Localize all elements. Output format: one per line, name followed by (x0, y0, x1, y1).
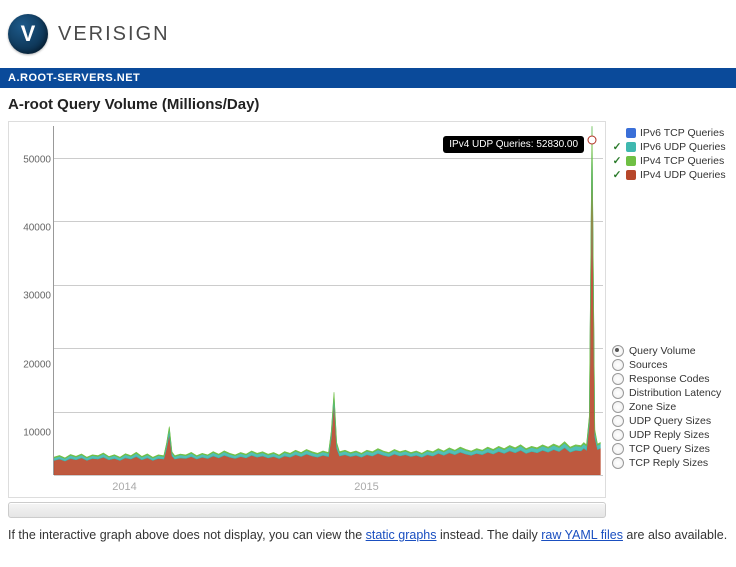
y-axis-tick: 10000 (13, 427, 51, 438)
metric-radio[interactable]: Zone Size (612, 401, 728, 413)
x-axis-tick: 2015 (354, 481, 378, 493)
raw-yaml-link[interactable]: raw YAML files (541, 528, 623, 542)
chart-area[interactable]: IPv4 UDP Queries: 52830.00 10000 20000 300… (8, 121, 606, 498)
metric-radio[interactable]: TCP Query Sizes (612, 443, 728, 455)
radio-label: Distribution Latency (629, 387, 721, 399)
metric-radio[interactable]: TCP Reply Sizes (612, 457, 728, 469)
radio-icon (612, 401, 624, 413)
x-axis-tick: 2014 (112, 481, 136, 493)
legend-label: IPv6 UDP Queries (640, 141, 726, 153)
legend-item[interactable]: ✓ IPv4 TCP Queries (612, 155, 728, 167)
radio-icon (612, 359, 624, 371)
radio-label: UDP Query Sizes (629, 415, 711, 427)
metric-radio[interactable]: Response Codes (612, 373, 728, 385)
radio-icon (612, 387, 624, 399)
legend-item[interactable]: ✓ IPv4 UDP Queries (612, 169, 728, 181)
metric-radio[interactable]: UDP Query Sizes (612, 415, 728, 427)
radio-icon (612, 457, 624, 469)
radio-label: TCP Query Sizes (629, 443, 710, 455)
y-axis-tick: 30000 (13, 291, 51, 302)
footer-note: If the interactive graph above does not … (8, 528, 728, 542)
legend-label: IPv6 TCP Queries (640, 127, 724, 139)
radio-icon (612, 429, 624, 441)
radio-label: UDP Reply Sizes (629, 429, 709, 441)
legend-check-icon: ✓ (612, 169, 622, 181)
breadcrumb[interactable]: A.ROOT-SERVERS.NET (0, 68, 736, 88)
y-axis-tick: 50000 (13, 155, 51, 166)
brand-name: VERISIGN (58, 23, 170, 46)
radio-icon (612, 345, 624, 357)
radio-icon (612, 415, 624, 427)
legend-label: IPv4 TCP Queries (640, 155, 724, 167)
verisign-logo-icon: V (8, 14, 48, 54)
chart-title: A-root Query Volume (Millions/Day) (8, 96, 728, 113)
legend-item[interactable]: ✓ IPv6 UDP Queries (612, 141, 728, 153)
static-graphs-link[interactable]: static graphs (366, 528, 437, 542)
radio-icon (612, 373, 624, 385)
radio-label: Sources (629, 359, 668, 371)
metric-radio-group: Query Volume Sources Response Codes Distrib… (612, 345, 728, 469)
legend-check-icon: ✓ (612, 155, 622, 167)
side-panel: IPv6 TCP Queries ✓ IPv6 UDP Queries ✓ IPv4 T… (612, 121, 728, 518)
radio-label: Zone Size (629, 401, 676, 413)
legend-swatch (626, 142, 636, 152)
metric-radio[interactable]: Query Volume (612, 345, 728, 357)
legend-swatch (626, 170, 636, 180)
radio-label: TCP Reply Sizes (629, 457, 708, 469)
y-axis-tick: 20000 (13, 359, 51, 370)
chart-scrollbar[interactable] (8, 502, 606, 518)
radio-icon (612, 443, 624, 455)
chart-row: IPv4 UDP Queries: 52830.00 10000 20000 300… (8, 121, 728, 518)
header: V VERISIGN (8, 8, 728, 64)
radio-label: Query Volume (629, 345, 696, 357)
metric-radio[interactable]: Sources (612, 359, 728, 371)
legend-item[interactable]: IPv6 TCP Queries (612, 127, 728, 139)
data-point-marker (588, 135, 597, 144)
legend-check-icon: ✓ (612, 141, 622, 153)
metric-radio[interactable]: Distribution Latency (612, 387, 728, 399)
legend: IPv6 TCP Queries ✓ IPv6 UDP Queries ✓ IPv4 T… (612, 121, 728, 181)
legend-swatch (626, 128, 636, 138)
legend-swatch (626, 156, 636, 166)
radio-label: Response Codes (629, 373, 710, 385)
chart-tooltip: IPv4 UDP Queries: 52830.00 (443, 136, 584, 153)
metric-radio[interactable]: UDP Reply Sizes (612, 429, 728, 441)
y-axis-tick: 40000 (13, 223, 51, 234)
legend-label: IPv4 UDP Queries (640, 169, 726, 181)
